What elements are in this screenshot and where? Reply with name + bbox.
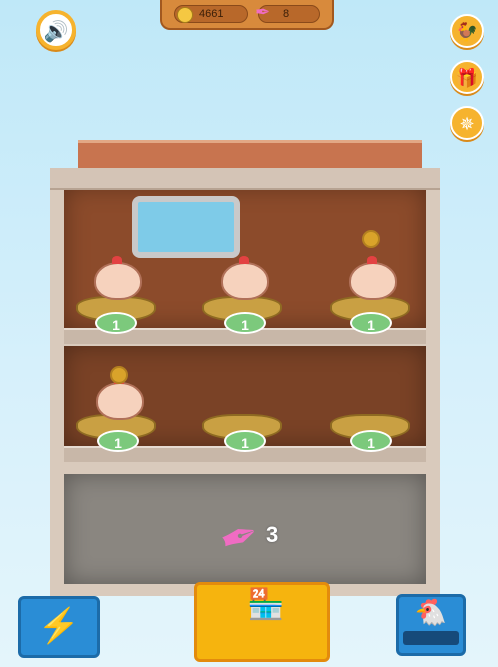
hen[interactable]: [94, 256, 142, 300]
egg-level[interactable]: 1: [224, 430, 266, 452]
speaker-icon: 🔊: [43, 21, 69, 43]
egg-level[interactable]: 1: [95, 312, 137, 334]
coin-drop[interactable]: [362, 230, 380, 248]
chicken-icon: 🐔: [414, 597, 448, 627]
wheel-button[interactable]: ✵: [450, 106, 484, 140]
hen[interactable]: [221, 256, 269, 300]
hen[interactable]: [96, 376, 144, 420]
lightning-icon: ⚡: [37, 607, 81, 645]
coin-value: 4661: [199, 8, 224, 20]
hens-progress-bar: [403, 631, 459, 645]
feather-icon: ✒: [255, 2, 271, 22]
gift-button[interactable]: 🎁: [450, 60, 484, 94]
egg-level[interactable]: 1: [97, 430, 139, 452]
sound-button[interactable]: 🔊: [36, 10, 76, 50]
unlock-feather-cost: 3: [266, 522, 279, 547]
shop-button[interactable]: 🏪: [194, 582, 330, 662]
rooster-icon: 🐓: [455, 22, 479, 42]
coin-drop[interactable]: [110, 366, 128, 384]
egg-level[interactable]: 1: [350, 312, 392, 334]
feather-counter: ✒ 8: [255, 2, 320, 23]
feather-value: 8: [283, 8, 290, 20]
boost-button[interactable]: ⚡: [18, 596, 100, 658]
rooster-button[interactable]: 🐓: [450, 14, 484, 48]
wheel-icon: ✵: [459, 114, 475, 134]
coin-counter: 4661: [174, 5, 248, 23]
coin-icon: [177, 7, 193, 23]
gift-icon: 🎁: [455, 68, 479, 88]
window: [132, 196, 240, 258]
egg-level[interactable]: 1: [224, 312, 266, 334]
shop-icon: 🏪: [247, 588, 285, 621]
roof-edge: [50, 168, 440, 190]
hen[interactable]: [349, 256, 397, 300]
egg-level[interactable]: 1: [350, 430, 392, 452]
hens-button[interactable]: 🐔: [396, 594, 466, 656]
resource-bar: 4661 ✒ 8: [160, 0, 334, 30]
